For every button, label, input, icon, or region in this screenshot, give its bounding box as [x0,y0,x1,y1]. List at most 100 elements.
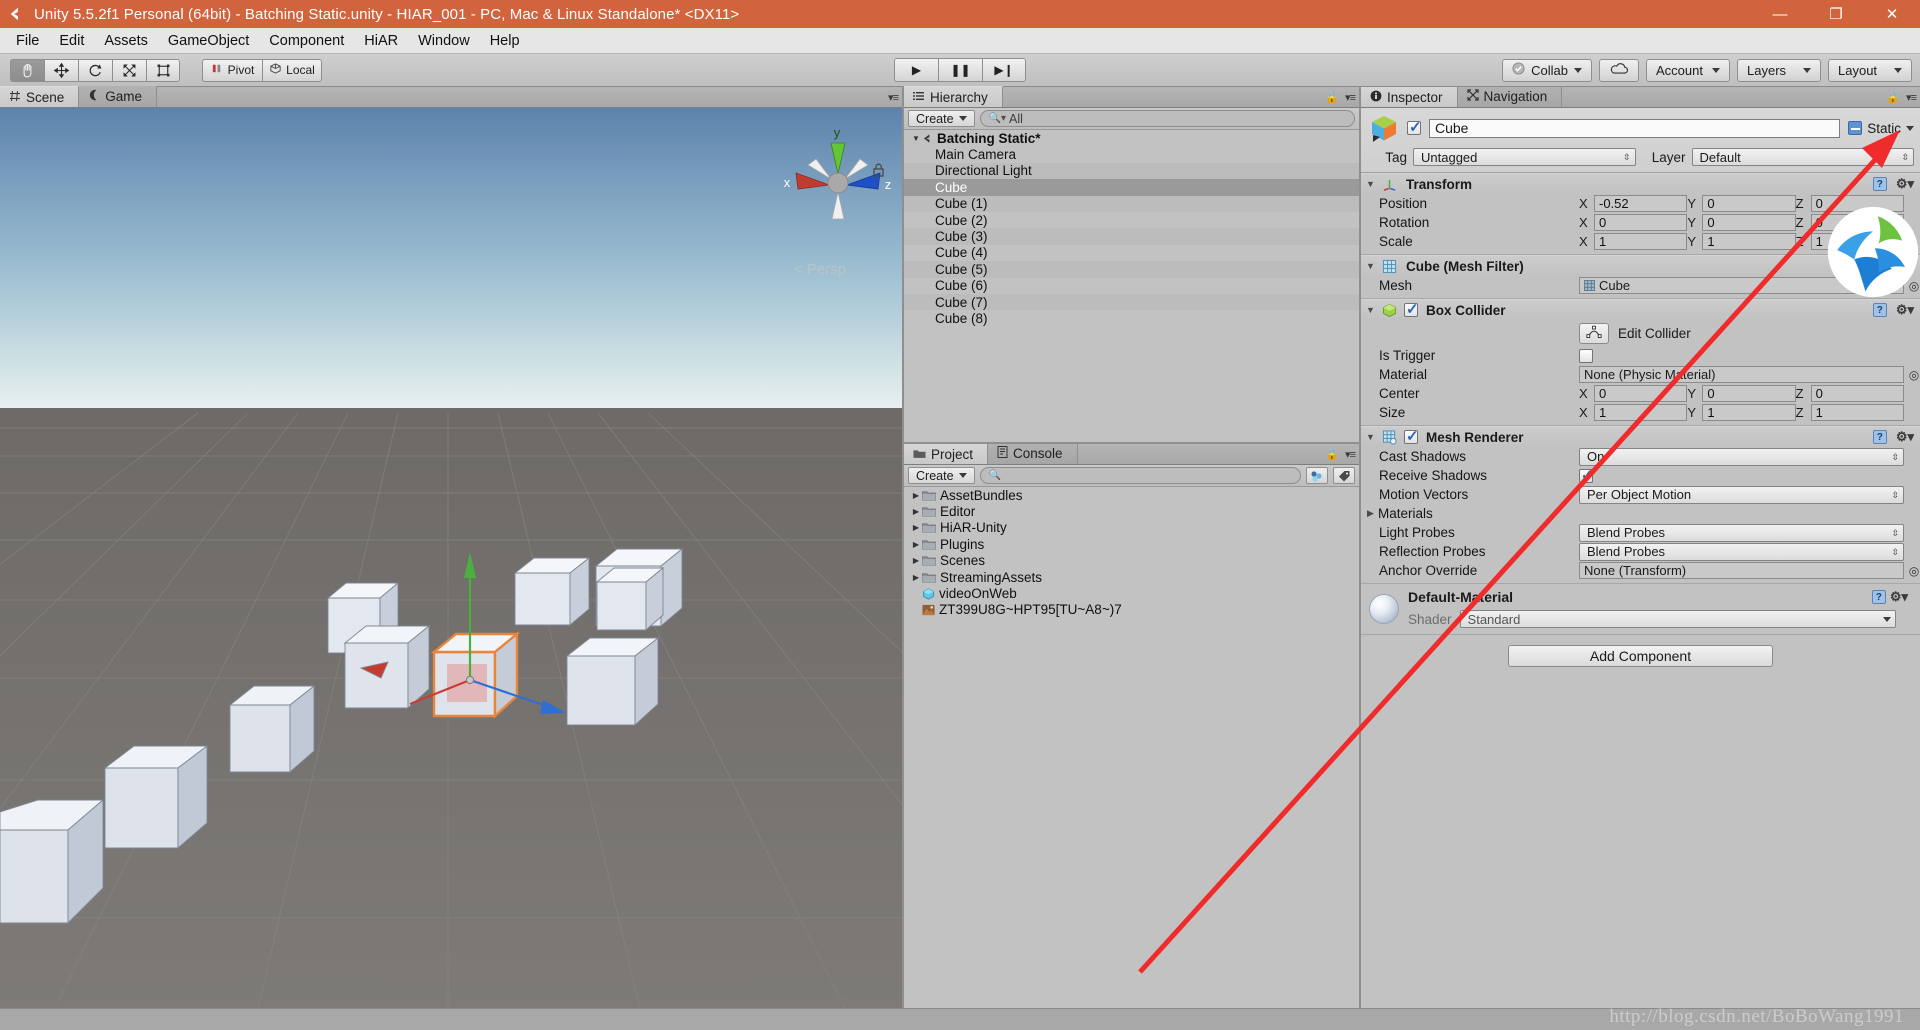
project-list[interactable]: ▶ AssetBundles ▶ Editor ▶ HiAR-Unity ▶ P… [904,487,1359,1008]
panel-menu-icon[interactable]: ▾≡ [1345,448,1356,461]
rotation-z-input[interactable]: 0 [1810,214,1904,231]
rect-tool-button[interactable] [146,58,180,82]
scale-z-input[interactable]: 1 [1810,233,1904,250]
help-icon[interactable]: ? [1872,303,1887,317]
tab-console[interactable]: Console [988,443,1078,464]
project-row-editor[interactable]: ▶ Editor [904,503,1359,519]
tab-hierarchy[interactable]: Hierarchy [904,86,1003,107]
menu-item-assets[interactable]: Assets [94,30,158,52]
foldout-arrow-icon[interactable]: ▼ [1366,261,1377,271]
scene-viewport[interactable]: y x z < Persp [0,108,902,1008]
layer-dropdown[interactable]: Default ⇳ [1691,148,1914,166]
rotation-x-input[interactable]: 0 [1594,214,1688,231]
help-icon[interactable]: ? [1872,430,1887,444]
motion-vectors-dropdown[interactable]: Per Object Motion ⇳ [1579,485,1904,504]
component-box-collider-header[interactable]: ▼ Box Collider ? ⚙▾ [1361,299,1920,320]
foldout-arrow-icon[interactable]: ▼ [1366,432,1377,442]
hierarchy-row-cube-8[interactable]: Cube (8) [904,310,1359,326]
account-button[interactable]: Account [1646,58,1730,82]
receive-shadows-checkbox[interactable] [1579,466,1594,484]
hierarchy-row-cube-1[interactable]: Cube (1) [904,195,1359,212]
foldout-arrow-icon[interactable]: ▶ [910,540,922,549]
tab-project[interactable]: Project [904,443,989,464]
size-x-input[interactable]: 1 [1594,404,1688,421]
physic-material-field[interactable]: None (Physic Material) [1579,366,1904,383]
gameobject-enabled-checkbox[interactable] [1407,118,1422,136]
project-row-plugins[interactable]: ▶ Plugins [904,536,1359,552]
menu-item-gameobject[interactable]: GameObject [158,30,259,52]
hierarchy-row-directional-light[interactable]: Directional Light [904,162,1359,180]
is-trigger-checkbox[interactable] [1579,348,1593,363]
pivot-toggle-button[interactable]: Pivot [202,58,262,82]
gear-icon[interactable]: ⚙▾ [1890,589,1908,605]
panel-menu-icon[interactable]: ▾≡ [888,91,899,104]
rotation-y-input[interactable]: 0 [1702,214,1796,231]
gear-icon[interactable]: ⚙▾ [1896,258,1914,274]
project-create-button[interactable]: Create [908,467,975,484]
move-tool-button[interactable] [44,58,78,82]
gear-icon[interactable]: ⚙▾ [1896,302,1914,318]
anchor-override-field[interactable]: None (Transform) [1579,562,1904,579]
gameobject-name-input[interactable]: Cube [1429,118,1841,138]
position-y-input[interactable]: 0 [1702,195,1796,212]
tab-navigation[interactable]: Navigation [1457,87,1563,107]
menu-item-hiar[interactable]: HiAR [354,30,408,52]
menu-item-file[interactable]: File [6,30,49,52]
project-filter-type-button[interactable] [1306,467,1328,484]
project-row-assetbundles[interactable]: ▶ AssetBundles [904,487,1359,503]
close-button[interactable]: ✕ [1864,0,1920,28]
center-x-input[interactable]: 0 [1594,385,1688,402]
layers-button[interactable]: Layers [1737,58,1821,82]
panel-divider-left[interactable] [902,87,904,1030]
panel-menu-icon[interactable]: ▾≡ [1345,91,1356,104]
menu-item-component[interactable]: Component [259,30,354,52]
lock-icon[interactable]: 🔒 [1325,91,1339,104]
lock-icon[interactable]: 🔒 [1325,448,1339,461]
help-icon[interactable]: ? [1872,177,1887,191]
light-probes-dropdown[interactable]: Blend Probes ⇳ [1579,523,1904,542]
gear-icon[interactable]: ⚙▾ [1896,176,1914,192]
collab-button[interactable]: Collab [1502,58,1592,82]
object-picker-icon[interactable]: ◎ [1908,564,1920,578]
panel-divider-horizontal[interactable] [904,442,1359,444]
tab-inspector[interactable]: Inspector [1361,87,1458,107]
shader-dropdown[interactable]: Standard [1459,610,1896,628]
box-collider-enabled-checkbox[interactable] [1404,300,1419,318]
hierarchy-search-input[interactable]: 🔍▾ All [979,110,1355,127]
foldout-arrow-icon[interactable]: ▶ [910,507,922,516]
scale-x-input[interactable]: 1 [1594,233,1688,250]
mesh-renderer-enabled-checkbox[interactable] [1404,427,1419,445]
hierarchy-row-cube-7[interactable]: Cube (7) [904,293,1359,311]
static-checkbox[interactable] [1848,121,1863,135]
menu-item-window[interactable]: Window [408,30,480,52]
lock-icon[interactable]: 🔒 [1886,91,1900,104]
hierarchy-row-main-camera[interactable]: Main Camera [904,146,1359,162]
project-row-streamingassets[interactable]: ▶ StreamingAssets [904,569,1359,585]
hierarchy-row-scene[interactable]: ▼ Batching Static* [904,130,1359,146]
hierarchy-row-cube-3[interactable]: Cube (3) [904,228,1359,245]
scale-tool-button[interactable] [112,58,146,82]
tag-dropdown[interactable]: Untagged ⇳ [1413,148,1636,166]
layout-button[interactable]: Layout [1828,58,1912,82]
help-icon[interactable]: ? [1871,590,1886,604]
help-icon[interactable]: ? [1872,259,1887,273]
object-picker-icon[interactable]: ◎ [1908,368,1920,382]
foldout-arrow-icon[interactable]: ▼ [1366,305,1377,315]
local-toggle-button[interactable]: Local [262,58,322,82]
project-row-videoonweb[interactable]: videoOnWeb [904,585,1359,601]
reflection-probes-dropdown[interactable]: Blend Probes ⇳ [1579,542,1904,561]
scale-y-input[interactable]: 1 [1702,233,1796,250]
panel-divider-right[interactable] [1359,87,1361,1030]
rotate-tool-button[interactable] [78,58,112,82]
tab-scene[interactable]: Scene [0,86,80,107]
object-picker-icon[interactable]: ◎ [1908,279,1920,293]
size-z-input[interactable]: 1 [1810,404,1904,421]
hierarchy-list[interactable]: ▼ Batching Static* Main Camera Direction… [904,130,1359,442]
hierarchy-row-cube[interactable]: Cube [904,179,1359,196]
foldout-arrow-icon[interactable]: ▶ [910,523,922,532]
panel-menu-icon[interactable]: ▾≡ [1906,91,1917,104]
menu-item-help[interactable]: Help [480,30,530,52]
foldout-arrow-icon[interactable]: ▶ [1367,508,1378,519]
component-mesh-filter-header[interactable]: ▼ Cube (Mesh Filter) ? ⚙▾ [1361,255,1920,276]
project-search-input[interactable]: 🔍 [979,467,1301,484]
